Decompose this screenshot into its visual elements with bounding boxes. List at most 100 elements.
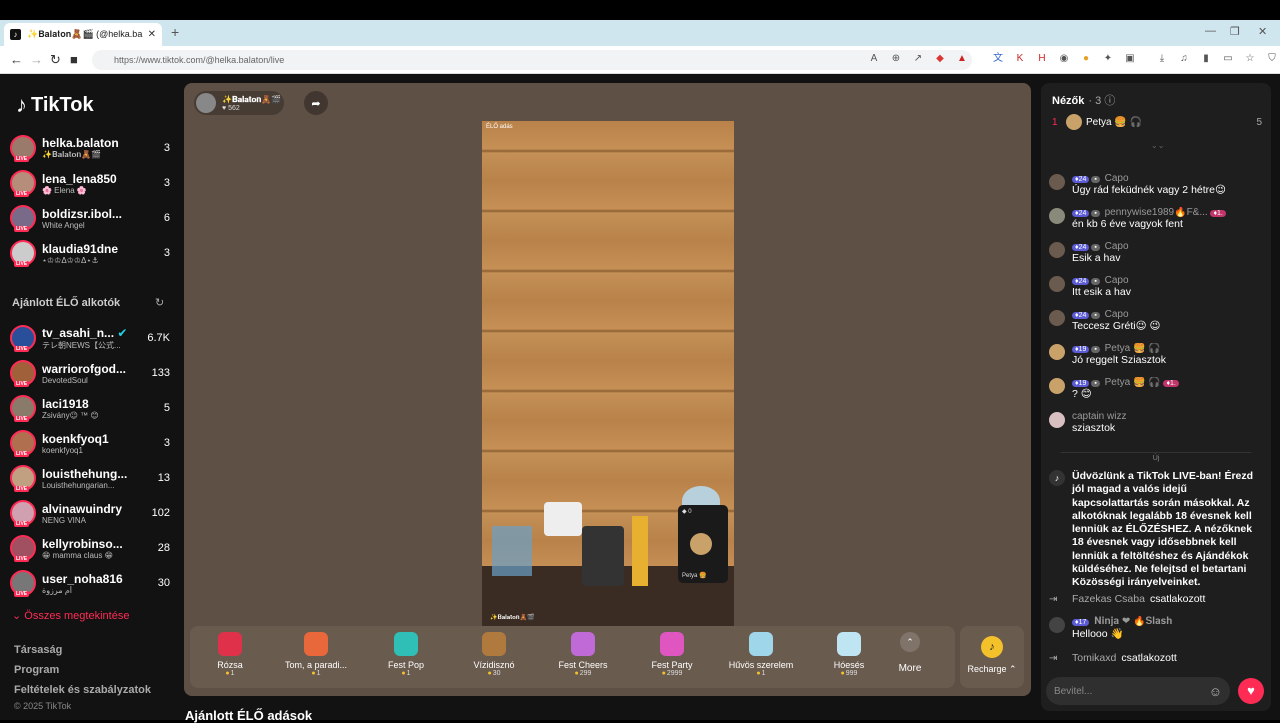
chat-message[interactable]: captain wizz sziasztok: [1049, 411, 1263, 434]
viewer-count: 3: [163, 142, 170, 154]
sidebar-icon[interactable]: ▮: [1200, 53, 1212, 65]
avatar: LIVE: [10, 240, 36, 267]
chat-message[interactable]: ♦24 ▪ pennywise1989🔥F&... ♦1. én kb 6 éve …: [1049, 207, 1263, 230]
color-extension-icon[interactable]: ●: [1080, 53, 1092, 65]
recommended-item[interactable]: LIVE kellyrobinso... 😁 mamma claus 😁 28: [10, 532, 170, 564]
more-gifts-button[interactable]: ⌃ More: [890, 632, 930, 674]
back-icon[interactable]: ←: [10, 52, 23, 67]
chat-message[interactable]: ♦24 ▪ Capo Úgy rád feküdnék vagy 2 hétre😉: [1049, 173, 1263, 196]
his-extension-icon[interactable]: H: [1036, 53, 1048, 65]
chat-message[interactable]: ♦24 ▪ Capo Teccesz Gréti😉 😉: [1049, 309, 1263, 332]
following-item[interactable]: LIVE helka.balaton ✨𝐁𝐚𝐥𝐚𝐭𝐨𝐧🧸🎬 3: [10, 132, 170, 164]
new-tab-icon[interactable]: +: [171, 24, 179, 40]
emoji-icon[interactable]: ☺: [1209, 684, 1222, 699]
chevron-down-icon[interactable]: ⌄⌄: [1151, 141, 1164, 150]
download-icon[interactable]: ⤓: [1156, 53, 1168, 65]
gift-cool-love[interactable]: Hűvös szerelem1: [719, 632, 803, 677]
tab-bar: ♪ ✨𝐁𝐚𝐥𝐚𝐭𝐨𝐧🧸🎬 (@helka.ba ✕: [0, 20, 1280, 46]
close-tab-icon[interactable]: ✕: [148, 29, 156, 40]
chat-message[interactable]: ♦24 ▪ Capo Esik a hav: [1049, 241, 1263, 264]
following-item[interactable]: LIVE klaudia91dne ⋆♔♔Δ♔♔Δ⋆⚓ 3: [10, 237, 170, 269]
chat-message[interactable]: ♦19 ▪ Petya 🍔 🎧 ♦1.? 😊: [1049, 377, 1263, 400]
see-all-link[interactable]: ⌄ Összes megtekintése: [12, 609, 129, 622]
capture-icon[interactable]: ▣: [1124, 53, 1136, 65]
recharge-button[interactable]: ♪ Recharge ⌃: [960, 626, 1024, 688]
recommended-item[interactable]: LIVE tv_asahi_n... ✔ テレ朝NEWS【公式... 6.7K: [10, 322, 170, 354]
recommended-item[interactable]: LIVE laci1918 Zsivány😉 ™ 😊 5: [10, 392, 170, 424]
gift-fest-pop[interactable]: Fest Pop1: [364, 632, 448, 677]
close-window-icon[interactable]: ✕: [1258, 25, 1267, 38]
fest-pop-icon: [394, 632, 418, 656]
avatar: LIVE: [10, 465, 36, 492]
eye-extension-icon[interactable]: ◉: [1058, 53, 1070, 65]
gift-rose[interactable]: Rózsa1: [188, 632, 272, 677]
footer-link-terms[interactable]: Feltételek és szabályzatok: [14, 684, 151, 696]
chat-message[interactable]: ♦17 𝐍𝐢𝐧𝐣𝐚 ❤ 🔥𝐒𝐥𝐚𝐬𝐡 Hellooo 👋: [1049, 616, 1263, 640]
warning-extension-icon[interactable]: ▲: [956, 53, 968, 65]
chat-panel: Nézők · 3 ⓘ 1 Petya 🍔 🎧 5 ⌄⌄ ♦24 ▪ Capo Úgy…: [1041, 83, 1271, 711]
gem-icon: ◆: [682, 509, 687, 515]
live-stream-panel: ✨𝐁𝐚𝐥𝐚𝐭𝐨𝐧🧸🎬 ♥ 562 ➦ ÉLŐ adás ✨𝐁𝐚𝐥𝐚𝐭𝐨𝐧🧸🎬 ◆…: [184, 83, 1031, 696]
chat-message[interactable]: ♦19 ▪ Petya 🍔 🎧 Jó reggelt Sziasztok: [1049, 343, 1263, 366]
gift-snowfall[interactable]: Hóesés999: [807, 632, 891, 677]
like-heart-button[interactable]: ♥: [1238, 678, 1264, 704]
guest-avatar: [690, 533, 712, 555]
rose-icon: [218, 632, 242, 656]
tiktok-page: ♪ TikTok LIVE helka.balaton ✨𝐁𝐚𝐥𝐚𝐭𝐨𝐧🧸🎬 3 …: [0, 74, 1280, 723]
tiktok-logo[interactable]: ♪ TikTok: [16, 92, 94, 118]
verified-icon: ✔: [117, 325, 128, 340]
guest-pip[interactable]: ◆ 0 Petya 🍔: [678, 505, 728, 583]
browser-tab[interactable]: ♪ ✨𝐁𝐚𝐥𝐚𝐭𝐨𝐧🧸🎬 (@helka.ba ✕: [4, 23, 162, 46]
wallet-icon[interactable]: ▭: [1222, 53, 1234, 65]
minimize-icon[interactable]: —: [1205, 25, 1216, 37]
share-page-icon[interactable]: ↗: [912, 53, 924, 65]
viewers-header[interactable]: Nézők · 3 ⓘ: [1052, 92, 1115, 108]
reload-icon[interactable]: ↻: [50, 52, 61, 68]
puzzle-icon[interactable]: ✦: [1102, 53, 1114, 65]
cool-love-icon: [749, 632, 773, 656]
host-info[interactable]: ✨𝐁𝐚𝐥𝐚𝐭𝐨𝐧🧸🎬 ♥ 562: [194, 91, 284, 115]
zoom-icon[interactable]: ⊕: [890, 53, 902, 65]
favorites-icon[interactable]: ☆: [1244, 53, 1256, 65]
following-item[interactable]: LIVE boldizsr.ibol... White Angel 6: [10, 202, 170, 234]
k-extension-icon[interactable]: K: [1014, 53, 1026, 65]
music-icon[interactable]: ♫: [1178, 53, 1190, 65]
avatar: [1049, 208, 1065, 224]
recommended-item[interactable]: LIVE koenkfyoq1 koenkfyoq1 3: [10, 427, 170, 459]
chat-message[interactable]: ♦24 ▪ Capo Itt esik a hav: [1049, 275, 1263, 298]
tom-icon: [304, 632, 328, 656]
shield-extension-icon[interactable]: ◆: [934, 53, 946, 65]
avatar: [1049, 412, 1065, 428]
following-item[interactable]: LIVE lena_lena850 🌸 Elena 🌸 3: [10, 167, 170, 199]
gift-tom[interactable]: Tom, a paradi...1: [274, 632, 358, 677]
url-input[interactable]: https://www.tiktok.com/@helka.balaton/li…: [92, 50, 972, 70]
avatar: LIVE: [10, 325, 36, 352]
host-avatar: [196, 93, 216, 113]
avatar: LIVE: [10, 360, 36, 387]
gift-fest-cheers[interactable]: Fest Cheers299: [541, 632, 625, 677]
gift-fest-party[interactable]: Fest Party2999: [630, 632, 714, 677]
footer-link-company[interactable]: Társaság: [14, 644, 62, 656]
top-viewer-row[interactable]: 1 Petya 🍔 🎧 5: [1052, 114, 1262, 130]
recommended-item[interactable]: LIVE alvinawuindry NENG VINA 102: [10, 497, 170, 529]
viewer-count: 133: [151, 367, 170, 379]
live-video[interactable]: ÉLŐ adás ✨𝐁𝐚𝐥𝐚𝐭𝐨𝐧🧸🎬 ◆ 0 Petya 🍔: [482, 121, 734, 626]
sidebar: ♪ TikTok LIVE helka.balaton ✨𝐁𝐚𝐥𝐚𝐭𝐨𝐧🧸🎬 3 …: [0, 74, 180, 720]
gift-capybara[interactable]: Vízidisznó30: [452, 632, 536, 677]
bookmark-icon[interactable]: ■: [70, 52, 78, 67]
avatar: [1049, 378, 1065, 394]
forward-icon[interactable]: →: [30, 52, 43, 67]
translate-icon[interactable]: 文: [992, 53, 1004, 65]
recommended-item[interactable]: LIVE warriorofgod... DevotedSoul 133: [10, 357, 170, 389]
recommended-item[interactable]: LIVE user_noha816 أم مرزوة 30: [10, 567, 170, 599]
recommended-item[interactable]: LIVE louisthehung... Louisthehungarian...…: [10, 462, 170, 494]
refresh-icon[interactable]: ↻: [155, 296, 164, 309]
share-icon[interactable]: ➦: [304, 91, 328, 115]
chevron-up-icon: ⌃: [900, 632, 920, 652]
read-aloud-icon[interactable]: A: [868, 53, 880, 65]
security-icon[interactable]: ⛉: [1266, 53, 1278, 65]
maximize-icon[interactable]: ❐: [1230, 25, 1240, 38]
footer-link-program[interactable]: Program: [14, 664, 59, 676]
chat-input[interactable]: Bevitel... ☺: [1046, 677, 1230, 705]
viewer-count: 102: [151, 507, 170, 519]
